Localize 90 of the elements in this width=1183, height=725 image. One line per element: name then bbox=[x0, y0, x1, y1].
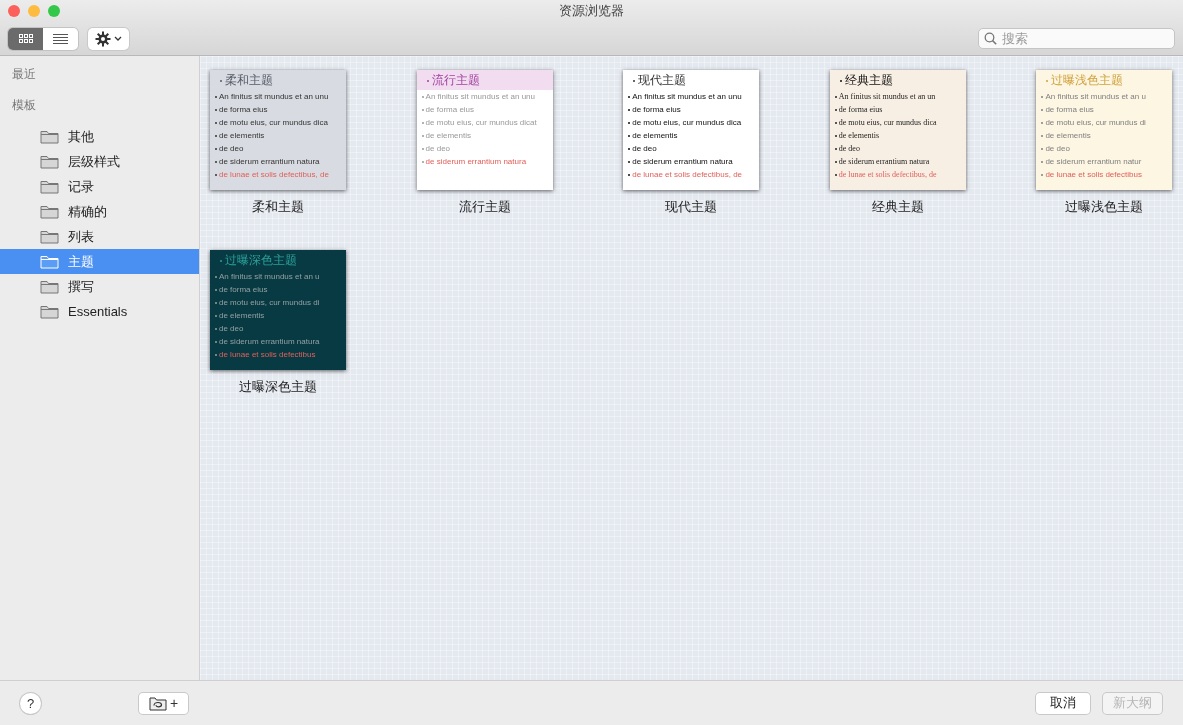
list-view-icon bbox=[53, 33, 68, 44]
sample-line: de motu eius, cur mundus dicat bbox=[425, 117, 537, 128]
dialog-button[interactable]: 取消 bbox=[1036, 692, 1090, 714]
thumbnail-title: 经典主题 bbox=[844, 74, 893, 87]
folder-icon bbox=[40, 254, 59, 269]
sample-line: de deo bbox=[1045, 143, 1070, 154]
theme-label: 经典主题 bbox=[871, 198, 924, 216]
theme-label: 流行主题 bbox=[458, 198, 511, 216]
sidebar-item[interactable]: 撰写 bbox=[0, 274, 199, 299]
folder-icon bbox=[40, 129, 59, 144]
sidebar-item[interactable]: 记录 bbox=[0, 174, 199, 199]
sample-line: de motu eius, cur mundus dica bbox=[632, 117, 742, 128]
theme-label: 过曝浅色主题 bbox=[1065, 198, 1144, 216]
sample-line: de forma eius bbox=[219, 284, 268, 295]
theme-label: 现代主题 bbox=[665, 198, 718, 216]
sample-line: de motu eius, cur mundus di bbox=[219, 297, 320, 308]
sidebar-item[interactable]: Essentials bbox=[0, 299, 199, 324]
theme-thumbnail[interactable]: 经典主题 An finitus sit mundus et an un de forma eius de motu eius, cur mundus dica de elementis de deo de siderum errantium natura de lunae et solis defectibus, de bbox=[829, 70, 966, 190]
sidebar-heading: 最近 bbox=[12, 66, 36, 83]
sample-line: de siderum errantium natura bbox=[632, 156, 733, 167]
thumbnail-title: 现代主题 bbox=[638, 74, 687, 87]
thumbnail-title: 流行主题 bbox=[431, 74, 480, 87]
sidebar-heading: 模板 bbox=[12, 97, 36, 114]
sidebar-item[interactable]: 其他 bbox=[0, 124, 199, 149]
sample-line: de lunae et solis defectibus, de bbox=[219, 169, 329, 180]
sample-line: de forma eius bbox=[219, 104, 268, 115]
folder-icon bbox=[40, 154, 59, 169]
window-title: 资源浏览器 bbox=[559, 3, 624, 18]
sample-line: de motu eius, cur mundus dica bbox=[219, 117, 328, 128]
folder-icon bbox=[40, 179, 59, 194]
theme-label: 柔和主题 bbox=[252, 198, 304, 216]
sample-line: An finitus sit mundus et an unu bbox=[219, 91, 329, 102]
sample-line: de siderum errantium natura bbox=[219, 336, 320, 347]
sample-line: de siderum errantium natur bbox=[1045, 156, 1142, 167]
grid-view-button[interactable] bbox=[8, 27, 43, 50]
list-view-button[interactable] bbox=[43, 27, 78, 50]
sample-line: An finitus sit mundus et an u bbox=[219, 271, 320, 282]
theme-label: 过曝深色主题 bbox=[239, 378, 317, 396]
sample-line: de motu eius, cur mundus di bbox=[1045, 117, 1146, 128]
sample-line: An finitus sit mundus et an un bbox=[838, 91, 936, 102]
sample-line: de deo bbox=[632, 143, 657, 154]
sample-line: de forma eius bbox=[425, 104, 475, 115]
sample-line: de elementis bbox=[219, 310, 265, 321]
sample-line: de elementis bbox=[219, 130, 265, 141]
sample-line: de lunae et solis defectibus, de bbox=[632, 169, 743, 180]
folder-icon bbox=[40, 229, 59, 244]
folder-icon bbox=[148, 695, 167, 711]
thumbnail-title: 过曝深色主题 bbox=[225, 254, 297, 267]
sample-line: An finitus sit mundus et an unu bbox=[632, 91, 742, 102]
sample-line: de elementis bbox=[838, 130, 879, 141]
folder-icon bbox=[40, 279, 59, 294]
grid-view-icon bbox=[18, 34, 33, 43]
theme-thumbnail[interactable]: 流行主题 An finitus sit mundus et an unu de forma eius de motu eius, cur mundus dicat de elementis de deo de siderum errantium natura bbox=[416, 70, 553, 190]
sample-line: An finitus sit mundus et an unu bbox=[425, 91, 535, 102]
settings-button[interactable] bbox=[88, 27, 129, 50]
sample-line: de lunae et solis defectibus bbox=[1045, 169, 1142, 180]
sidebar-item[interactable]: 层级样式 bbox=[0, 149, 199, 174]
sample-line: de elementis bbox=[425, 130, 471, 141]
theme-thumbnail[interactable]: 过曝浅色主题 An finitus sit mundus et an u de forma eius de motu eius, cur mundus di de elementis de deo de siderum errantium natur de lunae et solis defectibus bbox=[1036, 70, 1173, 190]
sample-line: de siderum errantium natura bbox=[425, 156, 527, 167]
thumbnail-title: 柔和主题 bbox=[225, 74, 273, 87]
folder-icon bbox=[40, 304, 59, 319]
sample-line: An finitus sit mundus et an u bbox=[1045, 91, 1146, 102]
theme-thumbnail[interactable]: 过曝深色主题 An finitus sit mundus et an u de forma eius de motu eius, cur mundus di de elementis de deo de siderum errantium natura de lunae et solis defectibus bbox=[210, 250, 346, 370]
sample-line: de forma eius bbox=[838, 104, 883, 115]
theme-thumbnail[interactable]: 现代主题 An finitus sit mundus et an unu de forma eius de motu eius, cur mundus dica de elementis de deo de siderum errantium natura de lunae et solis defectibus, de bbox=[623, 70, 760, 190]
sample-line: de deo bbox=[425, 143, 451, 154]
caret-icon bbox=[114, 36, 122, 41]
sample-line: de deo bbox=[219, 143, 244, 154]
folder-icon bbox=[40, 204, 59, 219]
sidebar-item[interactable]: 列表 bbox=[0, 224, 199, 249]
gear-icon bbox=[95, 30, 111, 47]
sample-line: de motu eius, cur mundus dica bbox=[838, 117, 937, 128]
theme-thumbnail[interactable]: 柔和主题 An finitus sit mundus et an unu de forma eius de motu eius, cur mundus dica de elementis de deo de siderum errantium natura de lunae et solis defectibus, de bbox=[210, 70, 346, 190]
sample-line: de deo bbox=[219, 323, 244, 334]
help-button[interactable]: ? bbox=[20, 692, 41, 714]
sample-line: de siderum errantium natura bbox=[838, 156, 930, 167]
sample-line: de forma eius bbox=[632, 104, 681, 115]
sample-line: de lunae et solis defectibus, de bbox=[838, 169, 937, 180]
new-folder-button[interactable]: + bbox=[139, 692, 188, 714]
sidebar-item[interactable]: 精确的 bbox=[0, 199, 199, 224]
sample-line: de elementis bbox=[632, 130, 678, 141]
sample-line: de forma eius bbox=[1045, 104, 1094, 115]
sample-line: de deo bbox=[838, 143, 860, 154]
sample-line: de lunae et solis defectibus bbox=[219, 349, 316, 360]
close-button[interactable] bbox=[8, 5, 20, 17]
sample-line: de siderum errantium natura bbox=[219, 156, 320, 167]
search-field[interactable]: 搜索 bbox=[978, 28, 1175, 49]
thumbnail-title: 过曝浅色主题 bbox=[1051, 74, 1124, 87]
sample-line: de elementis bbox=[1045, 130, 1091, 141]
